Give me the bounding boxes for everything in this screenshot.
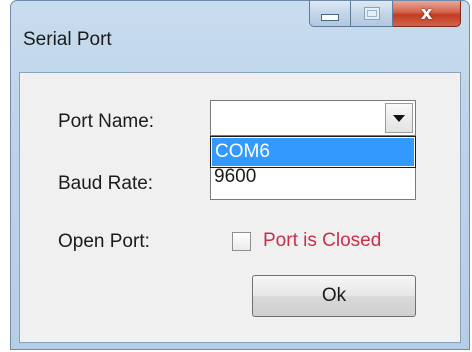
minimize-icon (321, 14, 339, 21)
ok-button[interactable]: Ok (252, 275, 416, 317)
open-port-toggle[interactable]: Port is Closed (232, 230, 381, 252)
chevron-down-icon (393, 114, 405, 122)
caption-buttons: x (309, 1, 461, 27)
dialog-body: Port Name: COM6 Baud Rate: 9600 Open Por… (19, 72, 461, 343)
minimize-button[interactable] (309, 1, 351, 27)
baud-rate-label: Baud Rate: (58, 173, 154, 194)
maximize-icon (363, 7, 380, 20)
close-button[interactable]: x (393, 1, 461, 27)
serial-port-window: Serial Port x Port Name: COM6 Baud Rate:… (10, 0, 470, 350)
baud-rate-input[interactable]: 9600 (210, 167, 416, 200)
close-icon: x (420, 3, 433, 24)
port-name-dropdown-list: COM6 (210, 136, 416, 168)
maximize-button[interactable] (351, 1, 393, 27)
open-port-checkbox[interactable] (232, 231, 251, 251)
window-title: Serial Port (23, 29, 112, 50)
port-option-com6[interactable]: COM6 (212, 138, 414, 166)
port-status-label: Port is Closed (263, 230, 382, 251)
port-name-dropdown-button[interactable] (385, 103, 413, 133)
port-name-label: Port Name: (58, 111, 155, 132)
open-port-label: Open Port: (58, 231, 150, 252)
port-name-combobox[interactable] (210, 100, 416, 136)
